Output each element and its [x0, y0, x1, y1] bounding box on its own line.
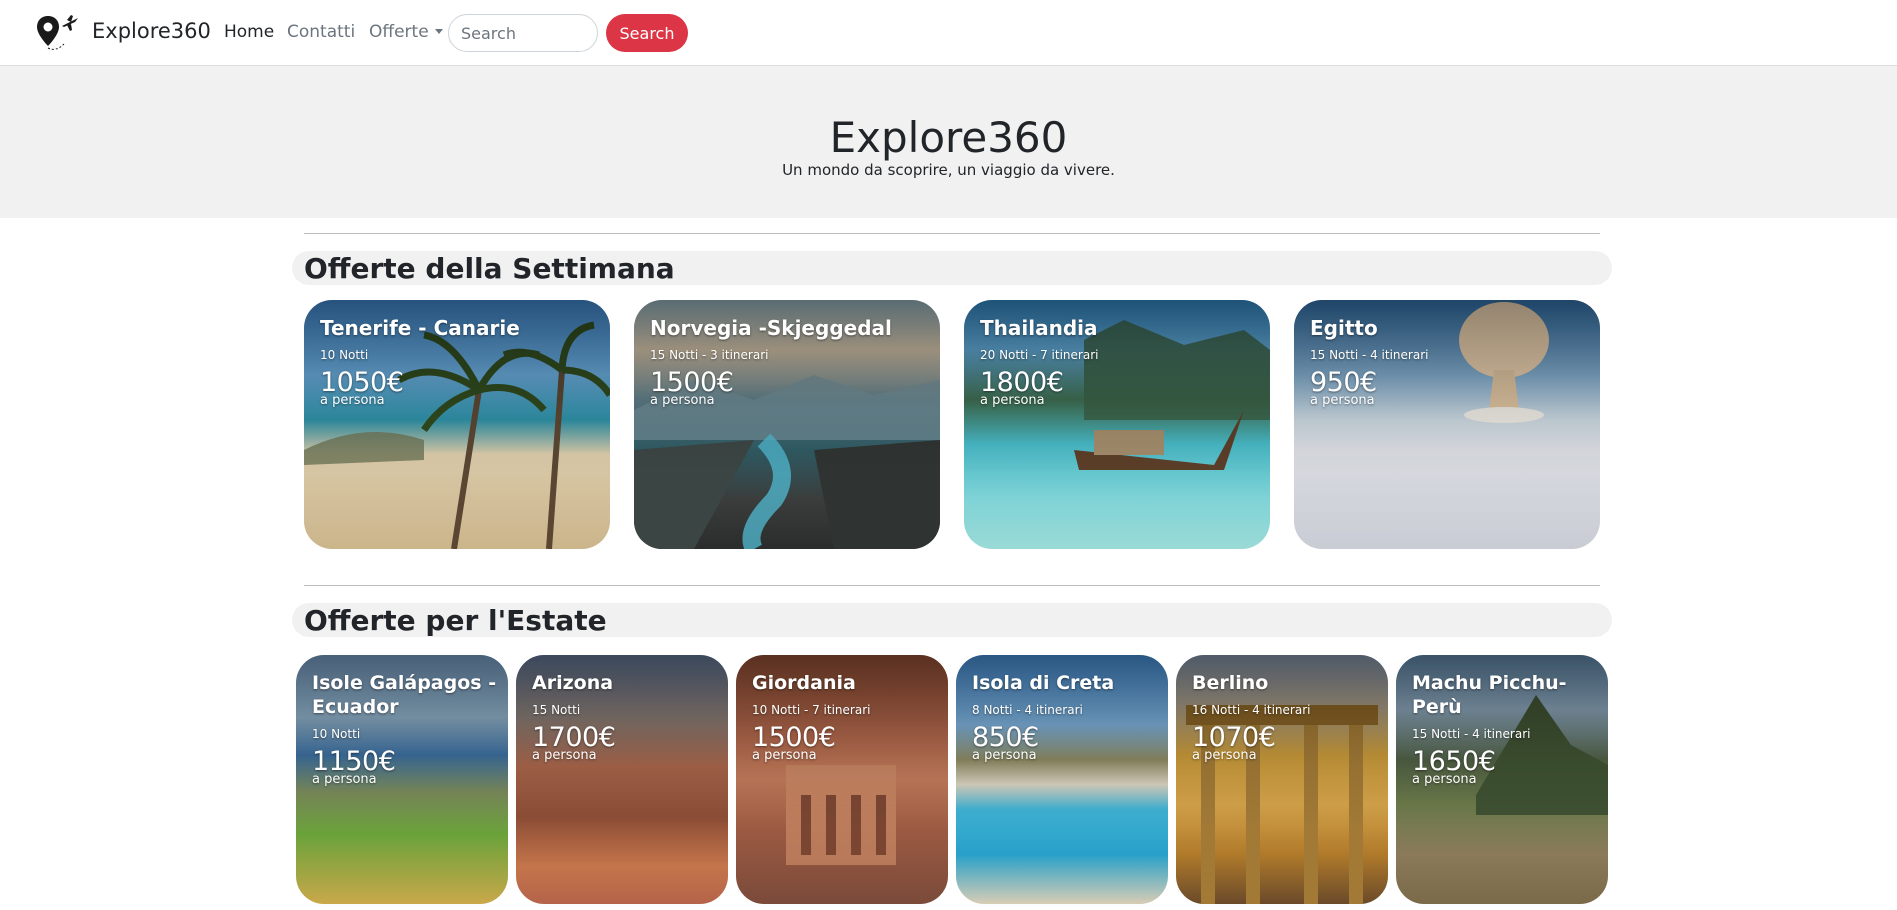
- card-nights: 15 Notti: [532, 703, 581, 717]
- nav-offerte-dropdown[interactable]: Offerte: [369, 22, 443, 42]
- offer-card-machu-picchu[interactable]: Machu Picchu- Perù 15 Notti - 4 itinerar…: [1396, 655, 1608, 904]
- card-nights: 10 Notti: [312, 727, 361, 741]
- card-per-person: a persona: [972, 748, 1037, 763]
- card-title: Machu Picchu- Perù: [1412, 672, 1567, 718]
- card-title: Isole Galápagos - Ecuador: [312, 672, 497, 718]
- card-title: Arizona: [532, 672, 614, 694]
- offer-card-berlino[interactable]: Berlino 16 Notti - 4 itinerari 1070€ a p…: [1176, 655, 1388, 904]
- search-input[interactable]: [448, 14, 598, 52]
- weekly-section-title: Offerte della Settimana: [304, 252, 675, 285]
- offer-card-norvegia[interactable]: Norvegia -Skjeggedal 15 Notti - 3 itiner…: [634, 300, 940, 549]
- card-nights: 10 Notti: [320, 348, 369, 362]
- search-button[interactable]: Search: [606, 14, 688, 52]
- summer-section-title: Offerte per l'Estate: [304, 604, 607, 637]
- brand-link[interactable]: Explore360: [92, 19, 211, 43]
- section-divider: [304, 233, 1600, 234]
- card-per-person: a persona: [650, 393, 715, 408]
- nav-contatti-link[interactable]: Contatti: [287, 22, 355, 42]
- card-nights: 15 Notti - 4 itinerari: [1310, 348, 1429, 362]
- card-title: Norvegia -Skjeggedal: [650, 316, 892, 340]
- card-per-person: a persona: [1310, 393, 1375, 408]
- card-per-person: a persona: [980, 393, 1045, 408]
- card-nights: 16 Notti - 4 itinerari: [1192, 703, 1311, 717]
- offer-card-creta[interactable]: Isola di Creta 8 Notti - 4 itinerari 850…: [956, 655, 1168, 904]
- hero-banner: Explore360 Un mondo da scoprire, un viag…: [0, 66, 1897, 218]
- card-title: Isola di Creta: [972, 672, 1115, 694]
- hero-subtitle: Un mondo da scoprire, un viaggio da vive…: [782, 161, 1115, 179]
- card-title: Thailandia: [980, 316, 1098, 340]
- offer-card-giordania[interactable]: Giordania 10 Notti - 7 itinerari 1500€ a…: [736, 655, 948, 904]
- weekly-section-header: Offerte della Settimana: [292, 251, 1612, 285]
- hero-title: Explore360: [829, 113, 1068, 162]
- nav-home-link[interactable]: Home: [224, 22, 274, 42]
- card-title: Giordania: [752, 672, 856, 694]
- offer-card-arizona[interactable]: Arizona 15 Notti 1700€ a persona: [516, 655, 728, 904]
- card-title: Tenerife - Canarie: [320, 316, 520, 340]
- offer-card-tenerife[interactable]: Tenerife - Canarie 10 Notti 1050€ a pers…: [304, 300, 610, 549]
- offer-card-thailandia[interactable]: Thailandia 20 Notti - 7 itinerari 1800€ …: [964, 300, 1270, 549]
- offer-card-galapagos[interactable]: Isole Galápagos - Ecuador 10 Notti 1150€…: [296, 655, 508, 904]
- card-per-person: a persona: [752, 748, 817, 763]
- card-title: Berlino: [1192, 672, 1269, 694]
- card-nights: 15 Notti - 4 itinerari: [1412, 727, 1531, 741]
- card-nights: 20 Notti - 7 itinerari: [980, 348, 1099, 362]
- nav-offerte-label: Offerte: [369, 22, 429, 42]
- map-pin-plane-logo-icon[interactable]: [34, 12, 80, 56]
- card-nights: 10 Notti - 7 itinerari: [752, 703, 871, 717]
- offer-card-egitto[interactable]: Egitto 15 Notti - 4 itinerari 950€ a per…: [1294, 300, 1600, 549]
- card-title: Egitto: [1310, 316, 1378, 340]
- summer-section-header: Offerte per l'Estate: [292, 603, 1612, 637]
- card-per-person: a persona: [320, 393, 385, 408]
- card-per-person: a persona: [1192, 748, 1257, 763]
- card-per-person: a persona: [312, 772, 377, 787]
- card-nights: 15 Notti - 3 itinerari: [650, 348, 769, 362]
- card-per-person: a persona: [1412, 772, 1477, 787]
- section-divider: [304, 585, 1600, 586]
- navbar: Explore360 Home Contatti Offerte Search: [0, 0, 1897, 66]
- card-nights: 8 Notti - 4 itinerari: [972, 703, 1083, 717]
- caret-down-icon: [434, 29, 443, 34]
- card-per-person: a persona: [532, 748, 597, 763]
